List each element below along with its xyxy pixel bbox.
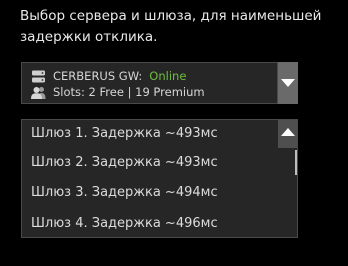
server-info[interactable]: CERBERUS GW: Online Slots: 2 Free | 19 P… xyxy=(21,62,278,104)
server-selection-panel: Выбор сервера и шлюза, для наименьшей за… xyxy=(0,0,348,266)
gateway-list[interactable]: Шлюз 1. Задержка ~493мс Шлюз 2. Задержка… xyxy=(21,119,298,238)
server-slots: Slots: 2 Free | 19 Premium xyxy=(53,85,205,99)
server-name-row: CERBERUS GW: Online xyxy=(31,68,186,84)
server-icon xyxy=(32,70,45,82)
chevron-down-icon xyxy=(281,79,295,87)
chevron-up-icon xyxy=(281,128,295,136)
gateway-item-3[interactable]: Шлюз 3. Задержка ~494мс xyxy=(31,183,218,203)
server-slots-row: Slots: 2 Free | 19 Premium xyxy=(31,84,205,100)
description-text: Выбор сервера и шлюза, для наименьшей за… xyxy=(20,8,322,45)
gateway-list-collapse-button[interactable] xyxy=(278,120,297,148)
server-select[interactable]: CERBERUS GW: Online Slots: 2 Free | 19 P… xyxy=(21,62,298,104)
scrollbar-thumb[interactable] xyxy=(295,150,297,175)
gateway-item-1[interactable]: Шлюз 1. Задержка ~493мс xyxy=(31,124,218,144)
server-dropdown-toggle[interactable] xyxy=(278,62,298,104)
server-name: CERBERUS GW: xyxy=(53,69,143,83)
gateway-item-2[interactable]: Шлюз 2. Задержка ~493мс xyxy=(31,153,218,173)
server-status: Online xyxy=(149,69,187,83)
gateway-item-4[interactable]: Шлюз 4. Задержка ~496мс xyxy=(31,214,218,234)
users-icon xyxy=(31,86,46,99)
